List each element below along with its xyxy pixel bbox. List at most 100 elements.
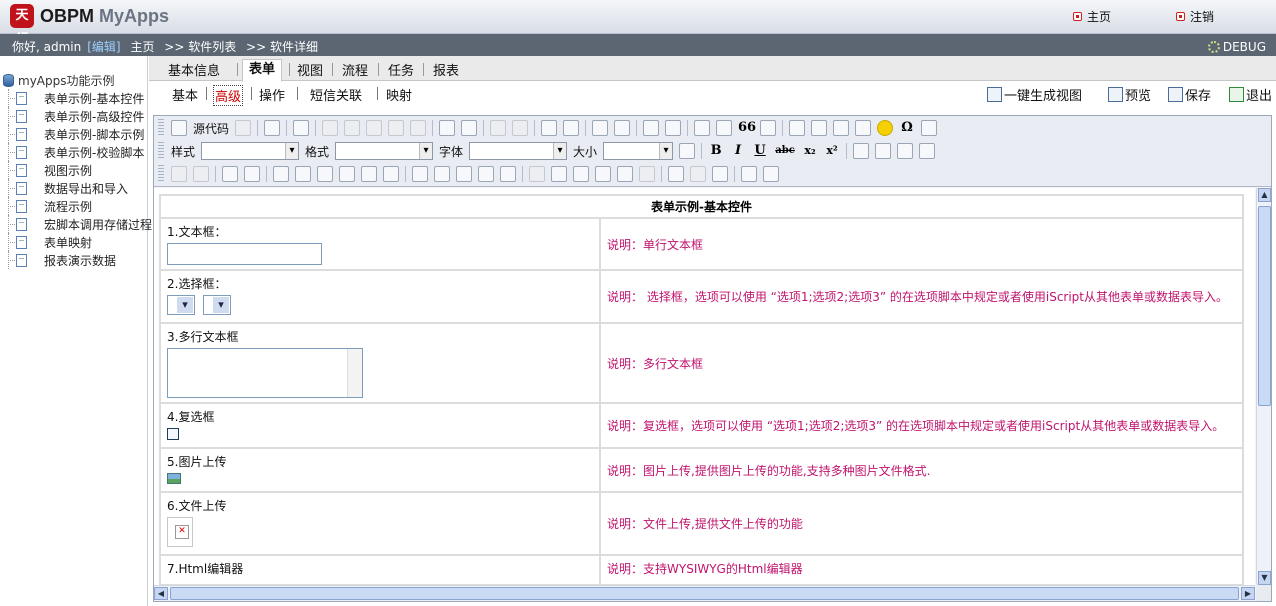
image-icon[interactable] [789, 120, 806, 136]
textarea-input[interactable] [167, 348, 363, 398]
broken-image-icon[interactable] [167, 517, 193, 547]
tree-item[interactable]: 视图示例 [8, 161, 152, 179]
scrollbar-thumb[interactable] [1258, 206, 1271, 406]
suggest-control-icon[interactable] [383, 166, 399, 182]
tree-item[interactable]: 表单示例-脚本示例 [8, 125, 152, 143]
department-select-icon[interactable] [339, 166, 355, 182]
textarea-scrollbar[interactable] [347, 349, 362, 397]
strikethrough-button[interactable]: abc [774, 143, 796, 159]
attachment-control-icon[interactable] [617, 166, 633, 182]
image-upload-icon[interactable] [167, 473, 181, 484]
tab-control-icon[interactable] [456, 166, 472, 182]
bold-button[interactable]: B [708, 143, 724, 159]
page-break-icon[interactable] [921, 120, 938, 136]
home-link[interactable]: 主页 [1073, 8, 1111, 25]
vertical-scrollbar[interactable]: ▲ ▼ [1256, 188, 1271, 585]
paste-text-icon[interactable] [388, 120, 405, 136]
scrollbar-thumb[interactable] [170, 587, 1239, 600]
select-box[interactable] [203, 295, 231, 315]
user-select-icon[interactable] [317, 166, 333, 182]
tab-view[interactable]: 视图 [291, 60, 329, 79]
grid-control-icon[interactable] [573, 166, 589, 182]
horizontal-rule-icon[interactable] [855, 120, 872, 136]
subtab-mapping[interactable]: 映射 [386, 85, 412, 104]
align-justify-icon[interactable] [919, 143, 936, 159]
tree-item[interactable]: 表单映射 [8, 233, 152, 251]
tab-basic-info[interactable]: 基本信息 [162, 60, 226, 79]
tree-item[interactable]: 宏脚本调用存储过程 [8, 215, 152, 233]
templates-icon[interactable] [293, 120, 310, 136]
background-color-icon[interactable] [763, 166, 779, 182]
textfield-control-icon[interactable] [222, 166, 238, 182]
unlink-icon[interactable] [690, 166, 706, 182]
include-view-icon[interactable] [434, 166, 450, 182]
align-right-icon[interactable] [897, 143, 914, 159]
table-icon[interactable] [833, 120, 850, 136]
tree-item[interactable]: 表单示例-基本控件 [8, 89, 152, 107]
select-box[interactable] [167, 295, 195, 315]
tab-task[interactable]: 任务 [382, 60, 420, 79]
superscript-button[interactable]: x² [824, 143, 840, 159]
size-select[interactable] [603, 142, 674, 160]
smiley-icon[interactable] [877, 120, 894, 136]
underline-button[interactable]: U [752, 143, 768, 159]
source-button[interactable]: 源代码 [193, 120, 229, 137]
date-control-icon[interactable] [295, 166, 311, 182]
link-icon[interactable] [668, 166, 684, 182]
edit-profile-link[interactable]: [编辑] [87, 40, 120, 54]
replace-icon[interactable] [563, 120, 580, 136]
form-control-icon[interactable] [273, 166, 289, 182]
checkbox-control-icon[interactable] [171, 166, 187, 182]
scroll-left-icon[interactable]: ◀ [154, 587, 168, 600]
subtab-advanced[interactable]: 高级 [213, 85, 244, 106]
breadcrumb-home[interactable]: 主页 [130, 40, 154, 54]
select-all-icon[interactable] [592, 120, 609, 136]
find-icon[interactable] [541, 120, 558, 136]
toolbar-grip[interactable] [158, 165, 164, 183]
tree-item[interactable]: 表单示例-高级控件 [8, 107, 152, 125]
scroll-up-icon[interactable]: ▲ [1258, 188, 1271, 202]
align-left-icon[interactable] [853, 143, 870, 159]
tree-item[interactable]: 报表演示数据 [8, 251, 152, 269]
save-button[interactable]: 保存 [1168, 85, 1211, 104]
tree-item[interactable]: 数据导出和导入 [8, 179, 152, 197]
logout-link[interactable]: 注销 [1176, 8, 1214, 25]
tree-root[interactable]: myApps功能示例 [3, 72, 115, 89]
flash-icon[interactable] [811, 120, 828, 136]
font-select[interactable] [469, 142, 568, 160]
subtab-sms[interactable]: 短信关联 [310, 85, 362, 104]
spellcheck-icon[interactable] [461, 120, 478, 136]
tree-item[interactable]: 流程示例 [8, 197, 152, 215]
tab-flow[interactable]: 流程 [336, 60, 374, 79]
subtab-operations[interactable]: 操作 [259, 85, 285, 104]
maximize-icon[interactable] [679, 143, 696, 159]
preview-button[interactable]: 预览 [1108, 85, 1151, 104]
breadcrumb-software-list[interactable]: >> 软件列表 [164, 40, 236, 54]
special-char-icon[interactable]: Ω [899, 120, 915, 136]
indent-icon[interactable] [716, 120, 733, 136]
numbered-list-icon[interactable] [643, 120, 660, 136]
subscript-button[interactable]: x₂ [802, 143, 818, 159]
generate-view-button[interactable]: 一键生成视图 [987, 85, 1082, 104]
style-select[interactable] [201, 142, 300, 160]
blockquote-icon[interactable]: 66 [738, 120, 756, 136]
anchor-icon[interactable] [712, 166, 728, 182]
scroll-down-icon[interactable]: ▼ [1258, 571, 1271, 585]
breadcrumb-software-detail[interactable]: >> 软件详细 [246, 40, 318, 54]
toolbar-grip[interactable] [158, 119, 164, 137]
tab-report[interactable]: 报表 [427, 60, 465, 79]
exit-button[interactable]: 退出 [1229, 85, 1272, 104]
undo-icon[interactable] [490, 120, 507, 136]
textarea-control-icon[interactable] [244, 166, 260, 182]
preview-icon[interactable] [264, 120, 281, 136]
map-control-icon[interactable] [639, 166, 655, 182]
redo-icon[interactable] [512, 120, 529, 136]
print-icon[interactable] [439, 120, 456, 136]
paste-icon[interactable] [366, 120, 383, 136]
query-control-icon[interactable] [500, 166, 516, 182]
eraser-icon[interactable] [614, 120, 631, 136]
button-control-icon[interactable] [412, 166, 428, 182]
tree-item[interactable]: 表单示例-校验脚本 [8, 143, 152, 161]
toolbar-grip[interactable] [158, 142, 164, 160]
subtab-basic[interactable]: 基本 [172, 85, 198, 104]
